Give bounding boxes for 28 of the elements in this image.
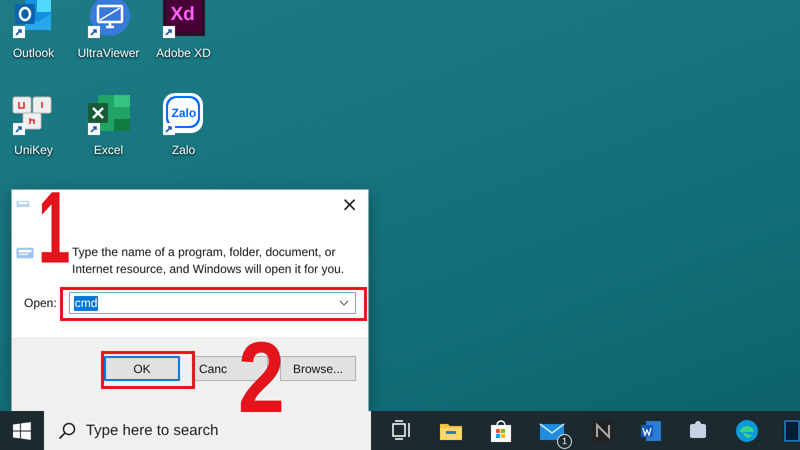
- open-label: Open:: [24, 296, 57, 310]
- description-text: Type the name of a program, folder, document, or Internet resource, and Windows will open it for you.: [72, 244, 346, 278]
- desktop-icon-label[interactable]: UniKey: [14, 143, 53, 157]
- dialog-button[interactable]: Browse...: [280, 356, 356, 381]
- desktop-icon-label[interactable]: Adobe XD: [156, 46, 211, 60]
- close-button[interactable]: ×: [335, 194, 364, 214]
- shopping-bag-icon[interactable]: [488, 418, 514, 444]
- desktop-icon-label[interactable]: Zalo: [172, 143, 196, 157]
- search-icon: [58, 422, 76, 440]
- windows-start-icon[interactable]: [13, 422, 31, 440]
- xd-app-icon[interactable]: [160, 0, 206, 40]
- notification-badge: 1: [557, 434, 572, 448]
- run-icon: [16, 199, 30, 209]
- logo-text: Zalo: [172, 107, 196, 119]
- monitor-app-icon[interactable]: [86, 0, 132, 40]
- dialog-button[interactable]: OK: [104, 356, 180, 381]
- desktop-icon-label[interactable]: Outlook: [12, 46, 54, 60]
- step-number: 1: [38, 192, 70, 268]
- logo-text: Xd: [170, 5, 195, 24]
- run-icon: [16, 246, 34, 260]
- edge-browser-icon[interactable]: [734, 418, 760, 444]
- open-combobox[interactable]: cmd: [68, 292, 356, 314]
- desktop-icon-label[interactable]: UltraViewer: [78, 46, 140, 60]
- letter-n-icon[interactable]: [590, 418, 616, 444]
- search-box[interactable]: Type here to search: [44, 411, 371, 450]
- caret-icon[interactable]: [339, 300, 349, 306]
- spreadsheet-app-icon[interactable]: [86, 93, 132, 137]
- desktop-icon-label[interactable]: Excel: [94, 143, 124, 157]
